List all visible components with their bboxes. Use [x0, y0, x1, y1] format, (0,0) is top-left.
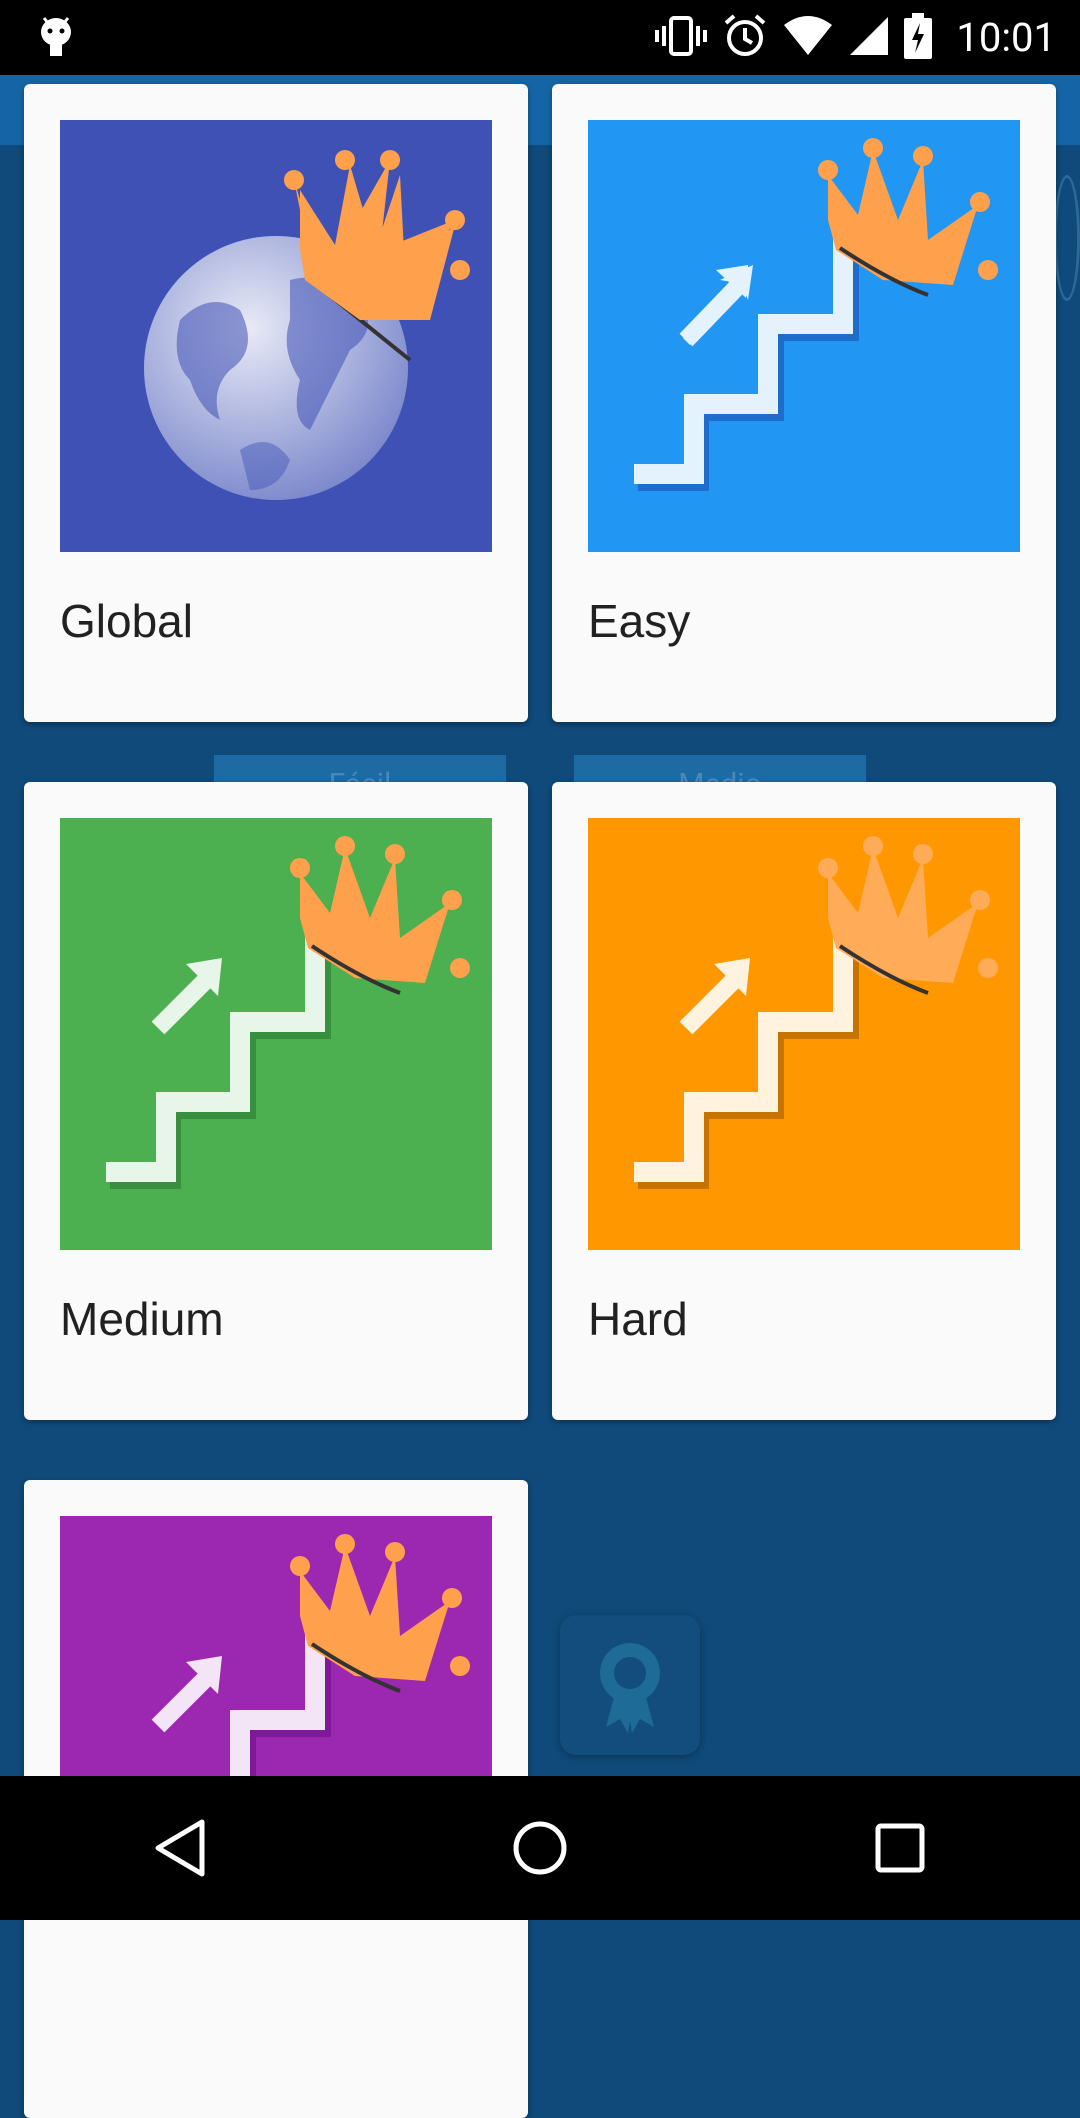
stairs-crown-icon — [60, 1516, 492, 1776]
leaderboard-card-easy[interactable]: Easy — [552, 84, 1056, 722]
clock: 10:01 — [956, 14, 1056, 61]
leaderboard-card-global[interactable]: Global — [24, 84, 528, 722]
wifi-icon — [782, 15, 834, 61]
stairs-crown-icon — [588, 120, 1020, 552]
recents-icon[interactable] — [840, 1788, 960, 1908]
card-title: Hard — [588, 1293, 688, 1345]
alarm-icon — [722, 13, 768, 63]
stairs-crown-icon — [588, 818, 1020, 1250]
home-icon[interactable] — [480, 1788, 600, 1908]
globe-crown-icon — [60, 120, 492, 552]
vibrate-icon — [654, 14, 708, 62]
award-ribbon-icon[interactable] — [560, 1615, 700, 1755]
status-bar: 10:01 — [0, 0, 1080, 75]
status-icons: 10:01 — [654, 0, 1056, 75]
battery-charging-icon — [904, 12, 933, 63]
background-edge-icon — [1054, 175, 1080, 301]
back-icon[interactable] — [120, 1788, 240, 1908]
signal-icon — [848, 15, 890, 61]
card-title: Medium — [60, 1293, 224, 1345]
card-title: Global — [60, 595, 193, 647]
card-title: Easy — [588, 595, 691, 647]
leaderboard-card-medium[interactable]: Medium — [24, 782, 528, 1420]
stairs-crown-icon — [60, 818, 492, 1250]
navigation-bar — [0, 1776, 1080, 1920]
android-debug-icon — [36, 14, 76, 60]
leaderboard-card-hard[interactable]: Hard — [552, 782, 1056, 1420]
